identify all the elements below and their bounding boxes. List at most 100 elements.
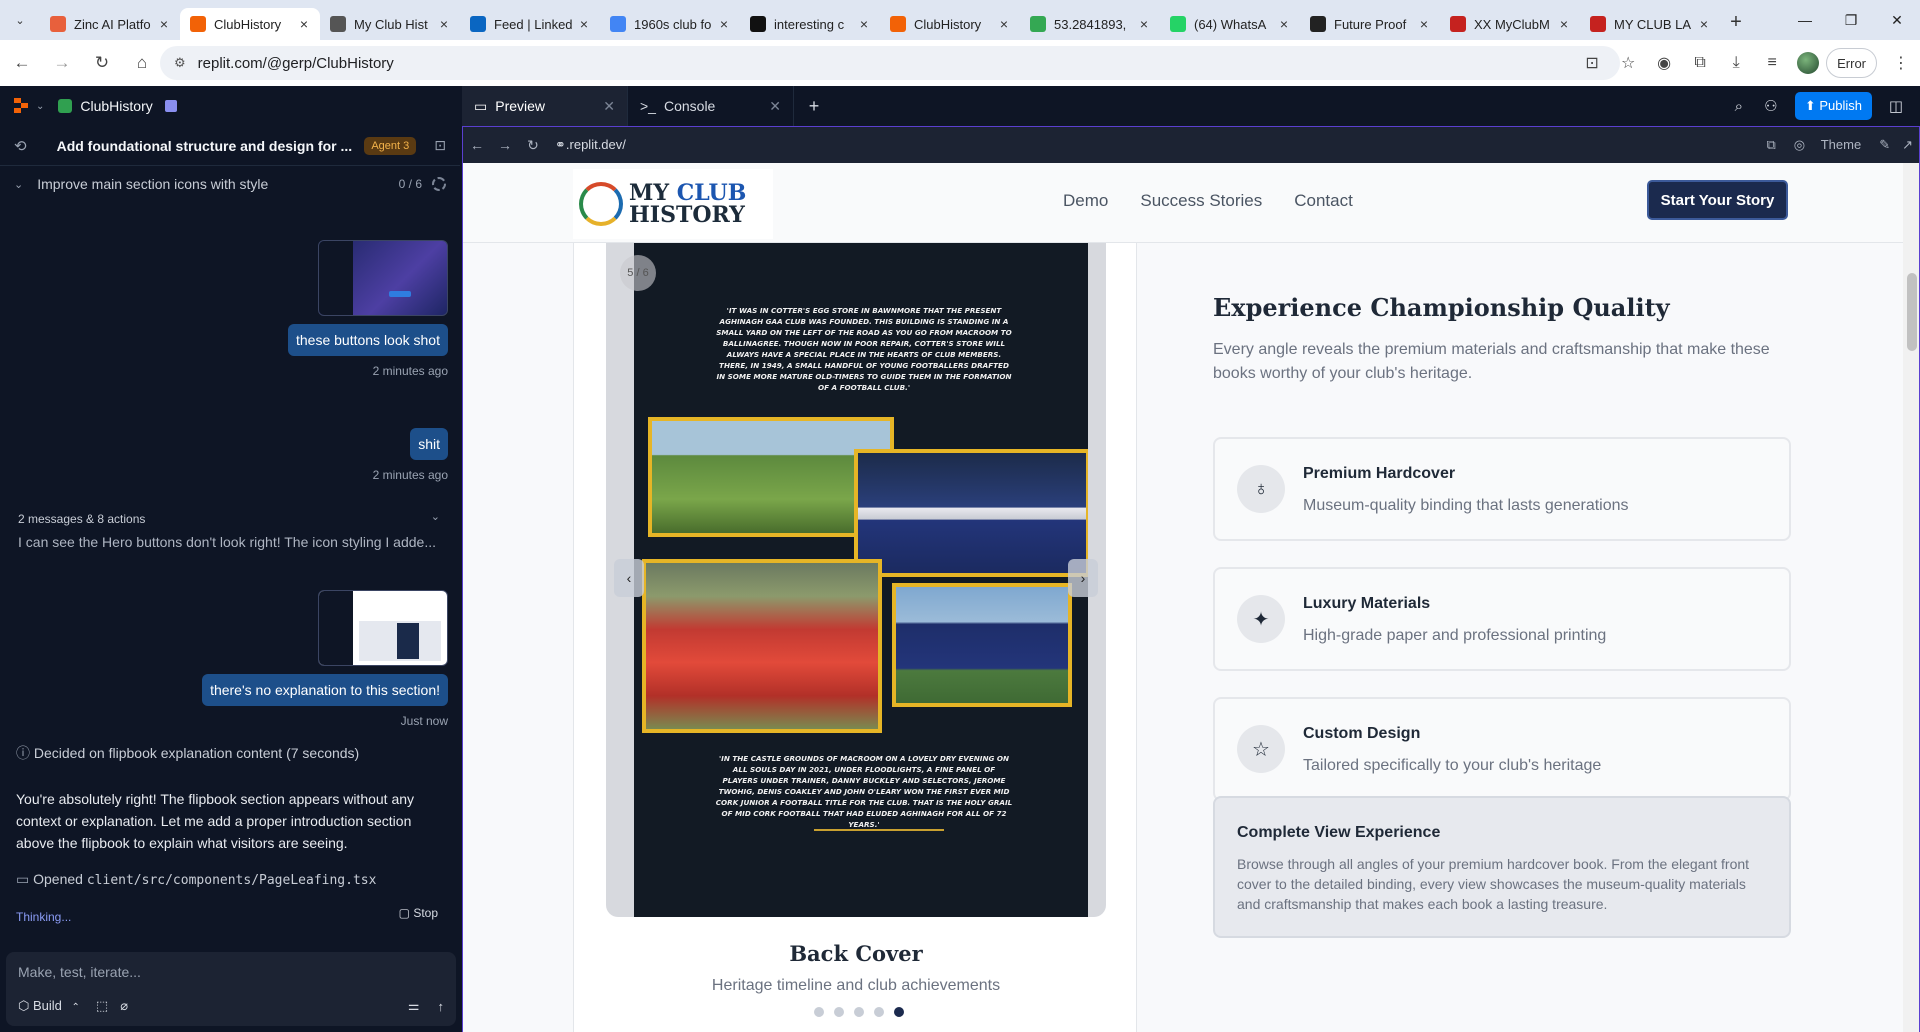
select-element-icon[interactable]: ⬚	[96, 998, 108, 1014]
panel-toggle-icon[interactable]: ◫	[1880, 97, 1912, 115]
browser-tab[interactable]: XX MyClubM ×	[1440, 8, 1580, 40]
browser-tab[interactable]: 53.2841893, ×	[1020, 8, 1160, 40]
replit-logo-icon[interactable]	[14, 98, 30, 114]
page-dot-active[interactable]	[894, 1007, 904, 1017]
devices-icon[interactable]: ⧉	[1766, 137, 1775, 153]
profile-avatar[interactable]	[1797, 52, 1820, 74]
browser-tab[interactable]: Future Proof ×	[1300, 8, 1440, 40]
install-app-icon[interactable]: ⊡	[1574, 53, 1610, 73]
monitor-icon: ▭	[474, 97, 488, 114]
close-tab-icon[interactable]: ×	[156, 16, 172, 32]
extension-circle-icon[interactable]: ◉	[1646, 53, 1682, 73]
close-tab-icon[interactable]: ×	[716, 16, 732, 32]
next-page-button[interactable]: ›	[1068, 559, 1098, 597]
tab-search-button[interactable]: ⌄	[0, 0, 40, 40]
address-bar[interactable]: ⚙ replit.com/@gerp/ClubHistory	[160, 46, 1620, 80]
build-mode-button[interactable]: ⬡ Build ⌃	[18, 998, 80, 1014]
preview-url-text: .replit.dev/	[565, 137, 626, 152]
page-dot[interactable]	[854, 1007, 864, 1017]
close-tab-icon[interactable]: ×	[1136, 16, 1152, 32]
tab-console[interactable]: >_ Console ✕	[628, 86, 794, 126]
close-tab-icon[interactable]: ✕	[603, 98, 615, 115]
theme-button[interactable]: ◎ Theme	[1788, 137, 1867, 153]
preview-back-icon[interactable]: ←	[463, 137, 491, 153]
close-tab-icon[interactable]: ×	[1276, 16, 1292, 32]
preview-url[interactable]: ⚭.replit.dev/	[555, 137, 626, 153]
close-tab-icon[interactable]: ✕	[769, 98, 781, 115]
screenshot-thumbnail[interactable]	[318, 240, 448, 316]
chevron-down-icon[interactable]: ⌄	[36, 101, 44, 112]
new-tab-button[interactable]: +	[1720, 11, 1752, 34]
close-tab-icon[interactable]: ×	[996, 16, 1012, 32]
close-tab-icon[interactable]: ×	[296, 16, 312, 32]
chevron-down-icon[interactable]: ⌄	[431, 510, 440, 523]
prev-page-button[interactable]: ‹	[614, 559, 644, 597]
browser-tab[interactable]: 1960s club fo ×	[600, 8, 740, 40]
error-button[interactable]: Error	[1826, 48, 1877, 78]
close-tab-icon[interactable]: ×	[576, 16, 592, 32]
chevron-down-icon[interactable]: ⌄	[14, 178, 23, 191]
browser-tab[interactable]: ClubHistory ×	[880, 8, 1020, 40]
browser-tab[interactable]: MY CLUB LA ×	[1580, 8, 1720, 40]
close-tab-icon[interactable]: ×	[1696, 16, 1712, 32]
page-dot[interactable]	[834, 1007, 844, 1017]
media-controls-icon[interactable]: ≡	[1754, 54, 1790, 72]
minimize-button[interactable]: —	[1782, 0, 1828, 40]
nav-link-success-stories[interactable]: Success Stories	[1140, 191, 1262, 211]
stop-button[interactable]: ▢ Stop	[399, 906, 438, 920]
browser-tab[interactable]: interesting c ×	[740, 8, 880, 40]
preview-reload-icon[interactable]: ↻	[519, 137, 547, 154]
settings-sliders-icon[interactable]: ⚌	[408, 998, 420, 1014]
devtools-wrench-icon[interactable]: ✎	[1879, 137, 1890, 153]
send-arrow-icon[interactable]: ↑	[438, 999, 445, 1014]
maximize-button[interactable]: ❐	[1828, 0, 1874, 40]
page-dot[interactable]	[874, 1007, 884, 1017]
invite-user-icon[interactable]: ⚇	[1755, 97, 1787, 115]
preview-forward-icon[interactable]: →	[491, 137, 519, 153]
browser-menu-icon[interactable]: ⋮	[1883, 53, 1919, 73]
add-tab-button[interactable]: +	[794, 96, 834, 117]
browser-tab[interactable]: Zinc AI Platfo ×	[40, 8, 180, 40]
start-your-story-button[interactable]: Start Your Story	[1647, 180, 1788, 220]
preview-scrollbar[interactable]	[1903, 163, 1919, 1032]
new-chat-icon[interactable]: ⊡	[434, 137, 446, 154]
back-button[interactable]: ←	[4, 45, 40, 81]
nav-link-demo[interactable]: Demo	[1063, 191, 1108, 211]
search-icon[interactable]: ⌕	[1723, 98, 1755, 115]
browser-tab[interactable]: My Club Hist ×	[320, 8, 460, 40]
chat-input[interactable]: Make, test, iterate... ⬡ Build ⌃ ⬚ ⌀ ⚌ ↑	[6, 952, 456, 1026]
reload-button[interactable]: ↻	[84, 45, 120, 81]
attach-icon[interactable]: ⌀	[120, 998, 128, 1014]
close-tab-icon[interactable]: ×	[436, 16, 452, 32]
open-new-window-icon[interactable]: ↗	[1902, 137, 1913, 153]
publish-button[interactable]: ⬆ Publish	[1794, 92, 1872, 120]
close-tab-icon[interactable]: ×	[1556, 16, 1572, 32]
site-info-icon[interactable]: ⚙	[174, 55, 186, 71]
opened-file-path[interactable]: client/src/components/PageLeafing.tsx	[87, 873, 377, 888]
collapsed-actions-summary[interactable]: 2 messages & 8 actions	[18, 512, 145, 526]
browser-tab[interactable]: (64) WhatsA ×	[1160, 8, 1300, 40]
close-tab-icon[interactable]: ×	[856, 16, 872, 32]
home-button[interactable]: ⌂	[124, 45, 160, 81]
tab-preview[interactable]: ▭ Preview ✕	[462, 86, 628, 126]
screenshot-thumbnail[interactable]	[318, 590, 448, 666]
browser-tab[interactable]: Feed | Linked ×	[460, 8, 600, 40]
flipbook-frame: 'IT WAS IN COTTER'S EGG STORE IN BAWNMOR…	[606, 243, 1106, 917]
scrollbar-thumb[interactable]	[1907, 273, 1917, 351]
forward-button[interactable]: →	[44, 45, 80, 81]
extensions-puzzle-icon[interactable]: ⧉	[1682, 54, 1718, 72]
tab-favicon-icon	[750, 16, 766, 32]
tab-favicon-icon	[1170, 16, 1186, 32]
downloads-icon[interactable]: ⤓	[1718, 54, 1754, 72]
bookmark-star-icon[interactable]: ☆	[1610, 53, 1646, 73]
project-name[interactable]: ClubHistory	[80, 98, 152, 114]
feature-card: ☆ Custom Design Tailored specifically to…	[1213, 697, 1791, 801]
nav-link-contact[interactable]: Contact	[1294, 191, 1353, 211]
close-tab-icon[interactable]: ×	[1416, 16, 1432, 32]
page-dot[interactable]	[814, 1007, 824, 1017]
site-logo[interactable]: MY CLUB HISTORY	[573, 169, 773, 239]
progress-step[interactable]: ⌄ Improve main section icons with style …	[0, 166, 460, 202]
close-window-button[interactable]: ✕	[1874, 0, 1920, 40]
history-icon[interactable]: ⟲	[14, 137, 27, 155]
browser-tab[interactable]: ClubHistory ×	[180, 8, 320, 40]
